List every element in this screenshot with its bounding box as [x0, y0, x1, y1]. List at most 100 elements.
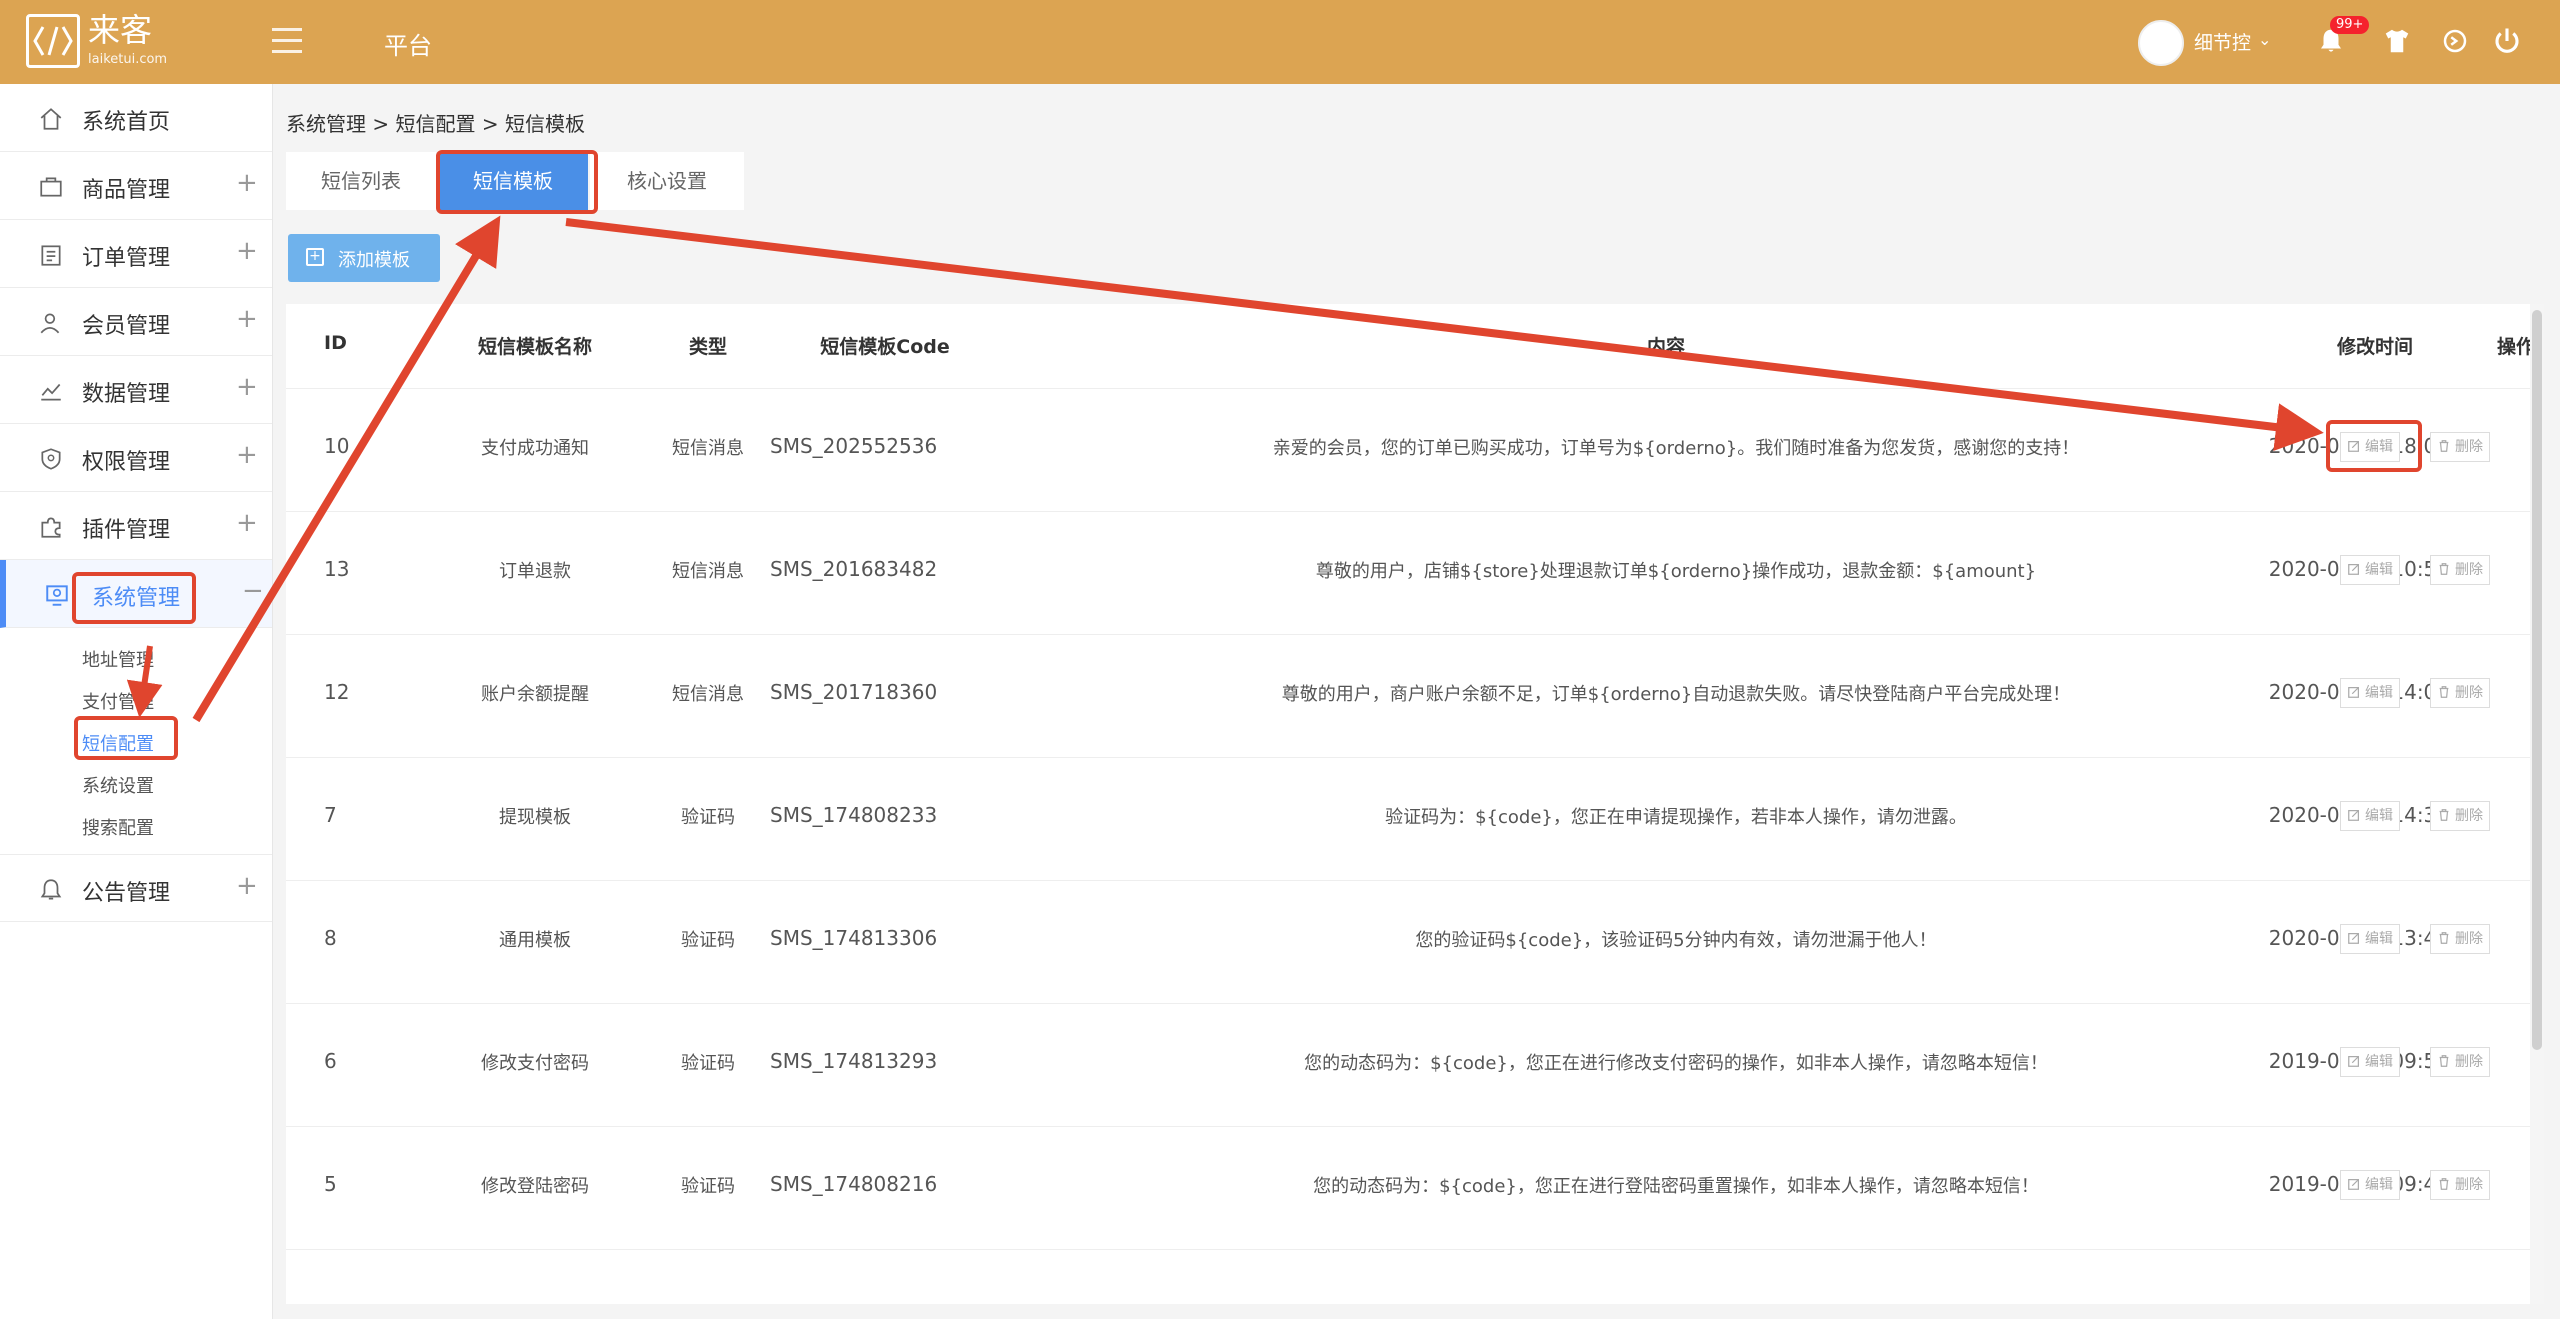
edit-button[interactable]: 编辑: [2340, 555, 2400, 585]
logo-text: 来客: [88, 11, 153, 49]
delete-button[interactable]: 删除: [2430, 1170, 2490, 1200]
cell-name: 支付成功通知: [481, 438, 589, 459]
sidebar-item-orders[interactable]: 订单管理 +: [0, 220, 272, 288]
edit-icon: [2347, 685, 2361, 699]
delete-button[interactable]: 删除: [2430, 1047, 2490, 1077]
edit-button[interactable]: 编辑: [2340, 678, 2400, 708]
box-icon: [38, 174, 64, 200]
cell-type: 验证码: [681, 807, 735, 828]
column-header-type: 类型: [688, 336, 727, 358]
cell-name: 通用模板: [499, 930, 571, 951]
sidebar-subitem-address[interactable]: 地址管理: [82, 646, 154, 672]
menu-toggle-icon[interactable]: [272, 28, 302, 54]
edit-button[interactable]: 编辑: [2340, 1170, 2400, 1200]
sidebar-item-members[interactable]: 会员管理 +: [0, 288, 272, 356]
cell-code: SMS_201718360: [770, 680, 938, 704]
power-icon[interactable]: [2492, 26, 2522, 56]
cell-id: 7: [324, 803, 337, 827]
edit-button[interactable]: 编辑: [2340, 801, 2400, 831]
cell-name: 账户余额提醒: [481, 684, 589, 705]
sidebar-item-home[interactable]: 系统首页: [0, 84, 272, 152]
cell-content: 尊敬的用户，店铺${store}处理退款订单${orderno}操作成功，退款金…: [1315, 561, 2037, 582]
cell-name: 修改支付密码: [481, 1053, 589, 1074]
cell-name: 修改登陆密码: [481, 1176, 589, 1197]
logo-subtext: laiketui.com: [88, 52, 168, 67]
column-header-name: 短信模板名称: [477, 336, 592, 358]
expand-icon[interactable]: +: [236, 304, 258, 334]
list-icon: [38, 242, 64, 268]
expand-icon[interactable]: +: [236, 440, 258, 470]
edit-button[interactable]: 编辑: [2340, 924, 2400, 954]
delete-button[interactable]: 删除: [2430, 555, 2490, 585]
delete-button[interactable]: 删除: [2430, 801, 2490, 831]
sidebar-subitem-search-config[interactable]: 搜索配置: [82, 814, 154, 840]
logo-icon: [26, 14, 80, 68]
edit-button[interactable]: 编辑: [2340, 1047, 2400, 1077]
cell-type: 验证码: [681, 930, 735, 951]
scrollbar-thumb[interactable]: [2532, 310, 2542, 1050]
trash-icon: [2437, 562, 2451, 576]
collapse-icon[interactable]: −: [242, 576, 264, 606]
edit-button[interactable]: 编辑: [2340, 432, 2400, 462]
cell-content: 您的动态码为：${code}，您正在进行修改支付密码的操作，如非本人操作，请忽略…: [1304, 1053, 2048, 1074]
cell-id: 12: [324, 680, 350, 704]
sidebar-item-data[interactable]: 数据管理 +: [0, 356, 272, 424]
edit-icon: [2347, 1054, 2361, 1068]
table-row: 13 订单退款 短信消息 SMS_201683482 尊敬的用户，店铺${store}处…: [286, 511, 2540, 635]
chart-icon: [38, 378, 64, 404]
sidebar-item-system[interactable]: 系统管理 −: [0, 560, 272, 628]
cell-id: 5: [324, 1172, 337, 1196]
cell-id: 6: [324, 1049, 337, 1073]
sidebar-item-products[interactable]: 商品管理 +: [0, 152, 272, 220]
sidebar-subitem-payment[interactable]: 支付管理: [82, 688, 154, 714]
cell-id: 10: [324, 434, 350, 458]
cell-type: 短信消息: [672, 561, 744, 582]
expand-icon[interactable]: +: [236, 871, 258, 901]
table-row: 8 通用模板 验证码 SMS_174813306 您的验证码${code}，该验证码5分…: [286, 880, 2540, 1004]
edit-icon: [2347, 562, 2361, 576]
expand-icon[interactable]: +: [236, 372, 258, 402]
expand-icon[interactable]: +: [236, 508, 258, 538]
notification-badge: 99+: [2330, 16, 2370, 34]
cell-type: 短信消息: [672, 438, 744, 459]
refresh-icon[interactable]: [2440, 26, 2470, 56]
edit-icon: [2347, 439, 2361, 453]
trash-icon: [2437, 808, 2451, 822]
sidebar-item-plugins[interactable]: 插件管理 +: [0, 492, 272, 560]
sidebar-subitem-system-settings[interactable]: 系统设置: [82, 772, 154, 798]
add-template-button[interactable]: + 添加模板: [288, 234, 440, 282]
expand-icon[interactable]: +: [236, 236, 258, 266]
sidebar-subitem-sms-config[interactable]: 短信配置: [82, 730, 154, 756]
trash-icon: [2437, 439, 2451, 453]
bell-outline-icon: [38, 877, 64, 903]
tab-sms-list[interactable]: 短信列表: [286, 152, 436, 210]
sidebar-item-announcements[interactable]: 公告管理 +: [0, 854, 272, 922]
cell-type: 验证码: [681, 1176, 735, 1197]
delete-button[interactable]: 删除: [2430, 678, 2490, 708]
delete-button[interactable]: 删除: [2430, 432, 2490, 462]
user-name[interactable]: 细节控: [2194, 28, 2251, 55]
trash-icon: [2437, 931, 2451, 945]
trash-icon: [2437, 1054, 2451, 1068]
table-row: 10 支付成功通知 短信消息 SMS_202552536 亲爱的会员，您的订单已购买成功…: [286, 388, 2540, 512]
avatar[interactable]: [2138, 20, 2184, 66]
cell-content: 您的验证码${code}，该验证码5分钟内有效，请勿泄漏于他人！: [1415, 930, 1937, 951]
edit-icon: [2347, 1177, 2361, 1191]
cell-code: SMS_174813306: [770, 926, 938, 950]
shirt-icon[interactable]: [2382, 26, 2412, 56]
cell-code: SMS_201683482: [770, 557, 938, 581]
cell-content: 尊敬的用户，商户账户余额不足，订单${orderno}自动退款失败。请尽快登陆商…: [1281, 684, 2071, 705]
top-header: 来客 laiketui.com 平台 细节控 ⌄ 99+: [0, 0, 2560, 84]
tab-sms-template[interactable]: 短信模板: [438, 152, 588, 210]
tab-core-settings[interactable]: 核心设置: [590, 152, 744, 210]
platform-title: 平台: [384, 32, 432, 60]
chevron-down-icon[interactable]: ⌄: [2258, 30, 2271, 49]
puzzle-icon: [38, 514, 64, 540]
trash-icon: [2437, 1177, 2451, 1191]
cell-content: 亲爱的会员，您的订单已购买成功，订单号为${orderno}。我们随时准备为您发…: [1272, 438, 2080, 459]
expand-icon[interactable]: +: [236, 168, 258, 198]
monitor-icon: [44, 582, 70, 608]
sidebar-item-permissions[interactable]: 权限管理 +: [0, 424, 272, 492]
trash-icon: [2437, 685, 2451, 699]
delete-button[interactable]: 删除: [2430, 924, 2490, 954]
